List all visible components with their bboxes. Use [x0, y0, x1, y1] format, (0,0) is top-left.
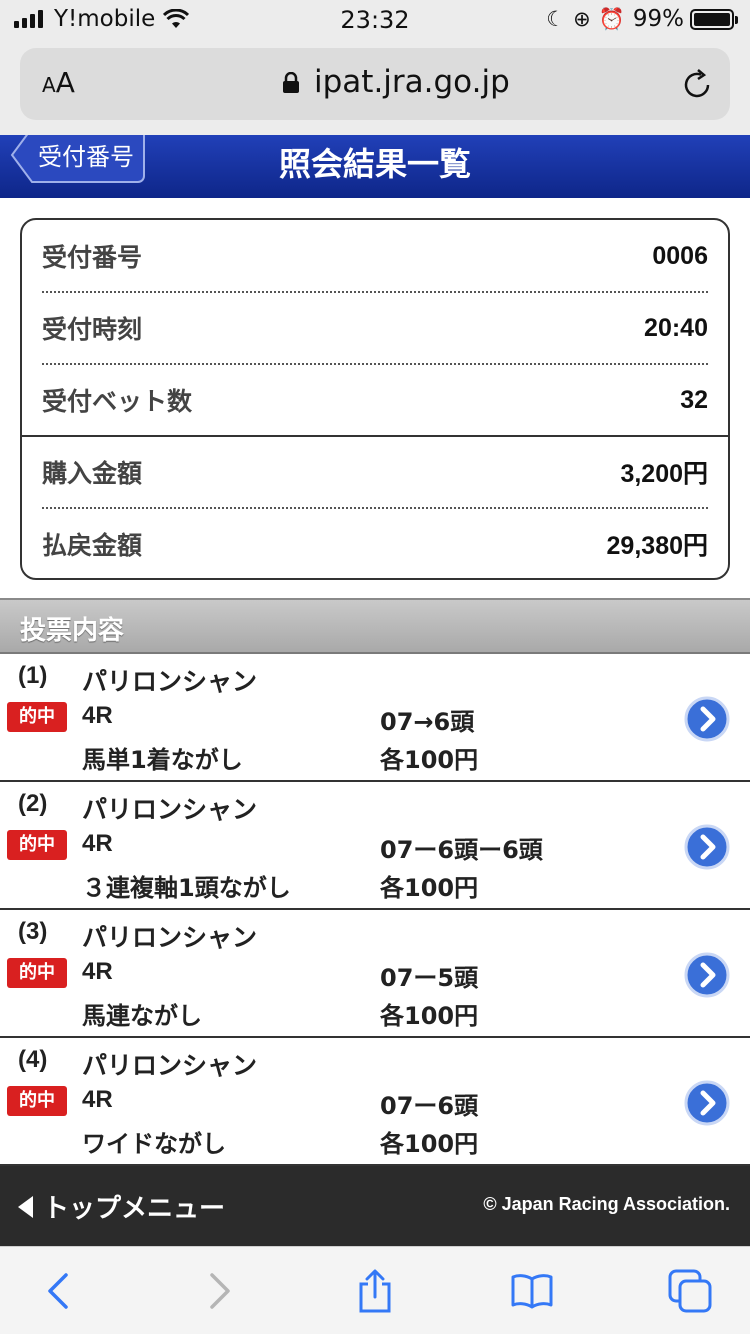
- summary-label: 受付番号: [42, 243, 143, 272]
- bet-type: 馬単1着ながし: [82, 746, 243, 774]
- summary-row-receipt-number: 受付番号 0006: [42, 220, 708, 292]
- alarm-icon: ⏰: [598, 6, 625, 31]
- forward-icon[interactable]: [196, 1269, 240, 1313]
- summary-value: 0006: [652, 241, 708, 270]
- bet-amount: 各100円: [380, 874, 479, 902]
- page-title: 照会結果一覧: [278, 145, 471, 183]
- bet-combination: 07ー5頭: [380, 964, 479, 992]
- bet-type: ３連複軸1頭ながし: [82, 874, 291, 902]
- chevron-right-icon[interactable]: [684, 952, 730, 998]
- page-footer: トップメニュー © Japan Racing Association.: [0, 1166, 750, 1246]
- bet-combination: 07ー6頭: [380, 1092, 479, 1120]
- summary-label: 購入金額: [42, 459, 143, 488]
- battery-percent: 99%: [632, 6, 684, 32]
- summary-value: 29,380円: [606, 532, 708, 560]
- browser-chrome: Y!mobile 23:32 ☾ ⊕ ⏰ 99% AA ipat.jra.go.…: [0, 0, 750, 135]
- section-header: 投票内容: [0, 598, 750, 654]
- bet-combination: 07ー6頭ー6頭: [380, 836, 543, 864]
- summary-label: 受付時刻: [42, 315, 143, 344]
- chevron-right-icon[interactable]: [684, 1080, 730, 1126]
- copyright-text: © Japan Racing Association.: [483, 1194, 730, 1214]
- bet-index: (4): [18, 1046, 48, 1073]
- battery-fill: [694, 12, 730, 26]
- bookmarks-icon[interactable]: [510, 1269, 554, 1313]
- bet-item[interactable]: (1) パリロンシャン 的中 4R 馬単1着ながし 07→6頭 各100円: [0, 654, 750, 782]
- bet-venue: パリロンシャン: [82, 1051, 258, 1080]
- lock-icon: [283, 72, 299, 93]
- reader-settings-button[interactable]: AA: [42, 66, 75, 99]
- page-header: 受付番号 照会結果一覧: [0, 135, 750, 198]
- bet-index: (3): [18, 918, 48, 945]
- browser-toolbar: [0, 1246, 750, 1334]
- top-menu-link[interactable]: トップメニュー: [18, 1188, 225, 1225]
- summary-label: 受付ベット数: [42, 387, 193, 416]
- section-title: 投票内容: [20, 616, 125, 646]
- bet-race: 4R: [82, 702, 113, 729]
- reload-icon[interactable]: [680, 68, 714, 102]
- bet-item[interactable]: (3) パリロンシャン 的中 4R 馬連ながし 07ー5頭 各100円: [0, 910, 750, 1038]
- summary-row-payout-amount: 払戻金額 29,380円: [42, 508, 708, 580]
- battery-icon: [690, 8, 738, 30]
- status-bar: Y!mobile 23:32 ☾ ⊕ ⏰ 99%: [0, 0, 750, 40]
- bet-venue: パリロンシャン: [82, 923, 258, 952]
- chevron-right-icon[interactable]: [684, 696, 730, 742]
- hit-badge: 的中: [7, 1086, 67, 1116]
- bet-combination: 07→6頭: [380, 708, 475, 736]
- tabs-icon[interactable]: [668, 1269, 712, 1313]
- url-text[interactable]: ipat.jra.go.jp: [314, 64, 510, 100]
- summary-value: 3,200円: [620, 460, 708, 488]
- summary-card: 受付番号 0006 受付時刻 20:40 受付ベット数 32 購入金額 3,20…: [20, 218, 730, 580]
- bet-venue: パリロンシャン: [82, 667, 258, 696]
- summary-label: 払戻金額: [42, 531, 143, 560]
- bet-item[interactable]: (4) パリロンシャン 的中 4R ワイドながし 07ー6頭 各100円: [0, 1038, 750, 1166]
- address-bar[interactable]: AA ipat.jra.go.jp: [20, 48, 730, 120]
- bet-type: 馬連ながし: [82, 1002, 202, 1030]
- top-menu-label: トップメニュー: [43, 1194, 226, 1224]
- share-icon[interactable]: [353, 1269, 397, 1313]
- hit-badge: 的中: [7, 830, 67, 860]
- summary-row-receipt-time: 受付時刻 20:40: [42, 292, 708, 364]
- chevron-right-icon[interactable]: [684, 824, 730, 870]
- bet-amount: 各100円: [380, 746, 479, 774]
- bet-index: (2): [18, 790, 48, 817]
- summary-value: 20:40: [644, 313, 708, 342]
- summary-value: 32: [680, 385, 708, 414]
- caret-left-icon: [18, 1195, 33, 1218]
- bet-race: 4R: [82, 958, 113, 985]
- bet-race: 4R: [82, 1086, 113, 1113]
- bet-race: 4R: [82, 830, 113, 857]
- back-icon[interactable]: [38, 1269, 82, 1313]
- bet-amount: 各100円: [380, 1002, 479, 1030]
- bet-type: ワイドながし: [82, 1130, 226, 1158]
- rotation-lock-icon: ⊕: [573, 7, 591, 31]
- moon-icon: ☾: [546, 7, 566, 31]
- hit-badge: 的中: [7, 702, 67, 732]
- bet-item[interactable]: (2) パリロンシャン 的中 4R ３連複軸1頭ながし 07ー6頭ー6頭 各10…: [0, 782, 750, 910]
- bet-amount: 各100円: [380, 1130, 479, 1158]
- summary-row-purchase-amount: 購入金額 3,200円: [42, 436, 708, 508]
- bet-index: (1): [18, 662, 48, 689]
- hit-badge: 的中: [7, 958, 67, 988]
- summary-row-bet-count: 受付ベット数 32: [42, 364, 708, 436]
- bet-venue: パリロンシャン: [82, 795, 258, 824]
